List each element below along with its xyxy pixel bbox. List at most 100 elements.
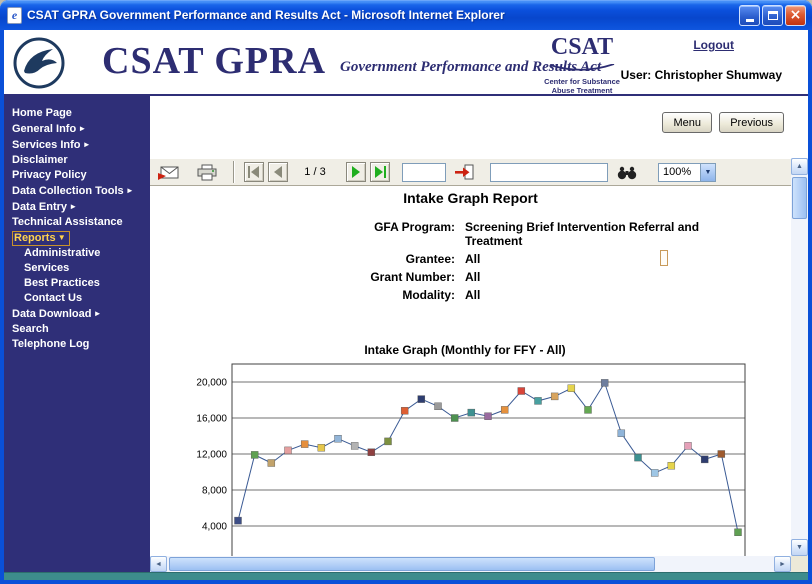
submenu-arrow-icon: ► xyxy=(124,186,134,195)
next-page-button[interactable] xyxy=(346,162,366,182)
title-bar: e CSAT GPRA Government Performance and R… xyxy=(0,0,812,30)
search-text-input[interactable] xyxy=(490,163,608,182)
field-label: Grantee: xyxy=(150,252,455,266)
binoculars-icon xyxy=(616,165,638,180)
scroll-right-button[interactable]: ► xyxy=(774,556,791,572)
report-page: Intake Graph Report GFA Program: Screenin… xyxy=(150,186,791,556)
minimize-icon xyxy=(746,19,754,22)
last-page-icon xyxy=(371,163,389,181)
user-label: User: Christopher Shumway xyxy=(612,68,782,82)
intake-chart: 4,000 8,000 12,000 16,000 20,000 xyxy=(180,358,750,556)
sidebar-item-technical-assistance[interactable]: Technical Assistance xyxy=(4,215,150,230)
field-label: Grant Number: xyxy=(150,270,455,284)
first-page-button[interactable] xyxy=(244,162,264,182)
maximize-button[interactable] xyxy=(762,5,783,26)
window-title: CSAT GPRA Government Performance and Res… xyxy=(27,8,505,22)
scrollbar-corner xyxy=(791,556,808,572)
main-content: Menu Previous xyxy=(150,96,808,572)
logout-link[interactable]: Logout xyxy=(693,38,734,52)
hhs-logo-icon xyxy=(12,35,66,96)
scroll-left-button[interactable]: ◄ xyxy=(150,556,167,572)
export-envelope-icon xyxy=(158,164,180,181)
toolbar-separator xyxy=(233,161,235,183)
report-field-row: Grant Number: All xyxy=(150,270,791,284)
content-top-bar: Menu Previous xyxy=(150,96,808,158)
chart-title: Intake Graph (Monthly for FFY - All) xyxy=(180,343,750,357)
report-title: Intake Graph Report xyxy=(150,190,791,206)
menu-button[interactable]: Menu xyxy=(662,112,712,133)
svg-text:8,000: 8,000 xyxy=(202,486,227,497)
report-field-row: GFA Program: Screening Brief Intervention… xyxy=(150,220,791,248)
report-fields: GFA Program: Screening Brief Intervention… xyxy=(150,220,791,306)
horizontal-scroll-thumb[interactable] xyxy=(169,557,655,571)
sidebar-item-telephone-log[interactable]: Telephone Log xyxy=(4,337,150,352)
browser-window: e CSAT GPRA Government Performance and R… xyxy=(0,0,812,584)
svg-text:4,000: 4,000 xyxy=(202,522,227,533)
first-page-icon xyxy=(245,163,263,181)
submenu-arrow-icon: ► xyxy=(91,309,101,318)
previous-button[interactable]: Previous xyxy=(719,112,784,133)
svg-text:16,000: 16,000 xyxy=(196,414,227,425)
sidebar-menu: Home PageGeneral Info ►Services Info ►Di… xyxy=(4,96,150,572)
field-value: All xyxy=(465,288,480,302)
svg-text:12,000: 12,000 xyxy=(196,450,227,461)
field-label: GFA Program: xyxy=(150,220,455,248)
sidebar-item-services[interactable]: Services xyxy=(4,261,150,276)
field-label: Modality: xyxy=(150,288,455,302)
export-button[interactable] xyxy=(158,164,180,181)
sidebar-item-privacy-policy[interactable]: Privacy Policy xyxy=(4,168,150,183)
internet-explorer-icon: e xyxy=(7,7,22,24)
brand-block: CSAT GPRA Government Performance and Res… xyxy=(102,38,601,84)
intake-chart-canvas: 4,000 8,000 12,000 16,000 20,000 xyxy=(180,358,750,556)
placeholder-box xyxy=(660,250,668,266)
svg-text:20,000: 20,000 xyxy=(196,378,227,389)
sidebar-item-reports[interactable]: Reports ▼ xyxy=(4,230,150,246)
goto-page-button[interactable] xyxy=(454,164,474,180)
brand-title: CSAT GPRA xyxy=(102,38,326,84)
field-value: All xyxy=(465,252,480,266)
vertical-scroll-thumb[interactable] xyxy=(792,177,807,219)
print-button[interactable] xyxy=(196,164,218,181)
last-page-button[interactable] xyxy=(370,162,390,182)
horizontal-scrollbar[interactable]: ◄ ► xyxy=(150,556,791,572)
zoom-value: 100% xyxy=(659,166,700,178)
sidebar-item-services-info[interactable]: Services Info ► xyxy=(4,137,150,153)
csat-logo-line2: Abuse Treatment xyxy=(540,86,624,95)
previous-page-icon xyxy=(269,163,287,181)
previous-page-button[interactable] xyxy=(268,162,288,182)
vertical-scrollbar[interactable]: ▲ ▼ xyxy=(791,158,808,556)
sidebar-item-home-page[interactable]: Home Page xyxy=(4,106,150,121)
sidebar-item-data-collection-tools[interactable]: Data Collection Tools ► xyxy=(4,183,150,199)
sidebar-item-best-practices[interactable]: Best Practices xyxy=(4,276,150,291)
goto-page-icon xyxy=(454,164,474,180)
submenu-arrow-icon: ► xyxy=(67,202,77,211)
field-value: Screening Brief Intervention Referral an… xyxy=(465,220,747,248)
submenu-arrow-icon: ▼ xyxy=(56,233,66,242)
report-viewer-toolbar: 1 / 3 xyxy=(150,158,791,186)
csat-swoosh-icon xyxy=(547,64,617,72)
sidebar-item-search[interactable]: Search xyxy=(4,322,150,337)
sidebar-item-disclaimer[interactable]: Disclaimer xyxy=(4,153,150,168)
sidebar-item-data-entry[interactable]: Data Entry ► xyxy=(4,199,150,215)
sidebar-item-contact-us[interactable]: Contact Us xyxy=(4,291,150,306)
goto-page-input[interactable] xyxy=(402,163,446,182)
sidebar-item-general-info[interactable]: General Info ► xyxy=(4,121,150,137)
next-page-icon xyxy=(347,163,365,181)
close-button[interactable]: × xyxy=(785,5,806,26)
zoom-select[interactable]: 100% ▼ xyxy=(658,163,716,182)
field-value: All xyxy=(465,270,480,284)
report-field-row: Grantee: All xyxy=(150,252,791,266)
search-button[interactable] xyxy=(616,165,638,180)
scroll-up-button[interactable]: ▲ xyxy=(791,158,808,175)
sidebar-item-data-download[interactable]: Data Download ► xyxy=(4,306,150,322)
page-indicator: 1 / 3 xyxy=(300,166,330,178)
sidebar-item-administrative[interactable]: Administrative xyxy=(4,246,150,261)
status-strip xyxy=(4,572,808,580)
minimize-button[interactable] xyxy=(739,5,760,26)
printer-icon xyxy=(196,164,218,181)
chevron-down-icon[interactable]: ▼ xyxy=(700,164,715,181)
report-field-row: Modality: All xyxy=(150,288,791,302)
header-right: Logout User: Christopher Shumway xyxy=(612,36,782,82)
scroll-down-button[interactable]: ▼ xyxy=(791,539,808,556)
submenu-arrow-icon: ► xyxy=(80,140,90,149)
